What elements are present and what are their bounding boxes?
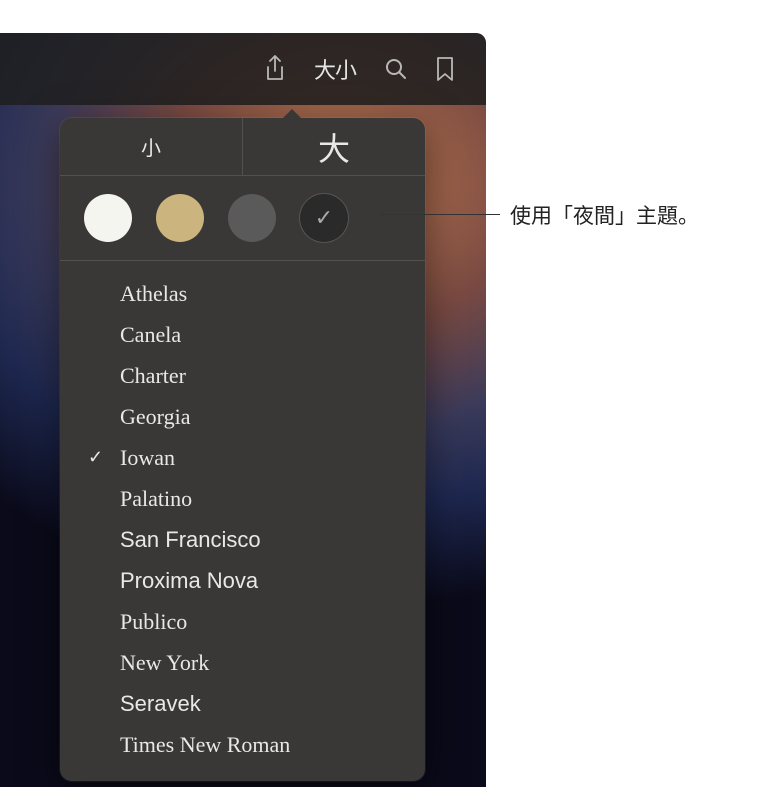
- font-option[interactable]: Charter: [60, 355, 425, 396]
- theme-night-button[interactable]: ✓: [300, 194, 348, 242]
- font-option[interactable]: Georgia: [60, 396, 425, 437]
- text-smaller-button[interactable]: 小: [60, 118, 243, 175]
- font-option[interactable]: Seravek: [60, 683, 425, 724]
- callout-line: [380, 214, 500, 215]
- theme-sepia-button[interactable]: [156, 194, 204, 242]
- font-option[interactable]: Athelas: [60, 273, 425, 314]
- callout-text: 使用「夜間」主題。: [510, 200, 699, 230]
- font-option[interactable]: Publico: [60, 601, 425, 642]
- text-size-row: 小 大: [60, 118, 425, 176]
- text-larger-button[interactable]: 大: [243, 118, 425, 175]
- theme-white-button[interactable]: [84, 194, 132, 242]
- font-option[interactable]: San Francisco: [60, 519, 425, 560]
- text-size-button[interactable]: 大小: [314, 53, 356, 85]
- app-toolbar: 大小: [0, 33, 486, 105]
- font-option[interactable]: New York: [60, 642, 425, 683]
- font-option[interactable]: Proxima Nova: [60, 560, 425, 601]
- font-option[interactable]: Canela: [60, 314, 425, 355]
- search-icon[interactable]: [384, 57, 408, 81]
- share-icon[interactable]: [264, 55, 286, 83]
- bookmark-icon[interactable]: [436, 56, 454, 82]
- theme-row: ✓: [60, 176, 425, 261]
- font-option[interactable]: Times New Roman: [60, 724, 425, 765]
- checkmark-icon: ✓: [315, 205, 333, 231]
- font-option[interactable]: Iowan: [60, 437, 425, 478]
- font-list: AthelasCanelaCharterGeorgiaIowanPalatino…: [60, 261, 425, 765]
- theme-gray-button[interactable]: [228, 194, 276, 242]
- font-option[interactable]: Palatino: [60, 478, 425, 519]
- appearance-popover: 小 大 ✓ AthelasCanelaCharterGeorgiaIowanPa…: [60, 118, 425, 781]
